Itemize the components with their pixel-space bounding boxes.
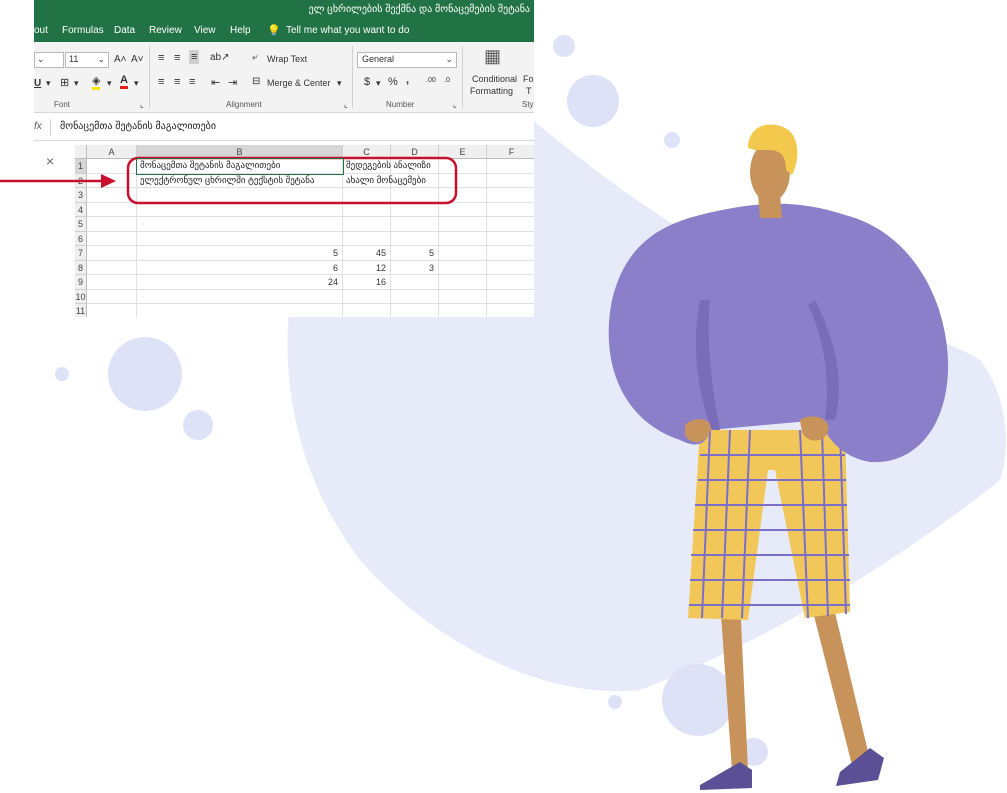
sweater — [608, 203, 949, 463]
arrow-head-icon — [101, 174, 116, 188]
bubble — [662, 664, 734, 736]
bubble — [183, 410, 213, 440]
bubble — [567, 75, 619, 127]
bubble — [664, 132, 680, 148]
bubble — [108, 337, 182, 411]
bubble — [55, 367, 69, 381]
bubble — [553, 35, 575, 57]
cell-b1[interactable]: მონაცემთა შეტანის მაგალითები — [136, 158, 344, 175]
bubble — [608, 695, 622, 709]
shoe — [700, 762, 752, 790]
